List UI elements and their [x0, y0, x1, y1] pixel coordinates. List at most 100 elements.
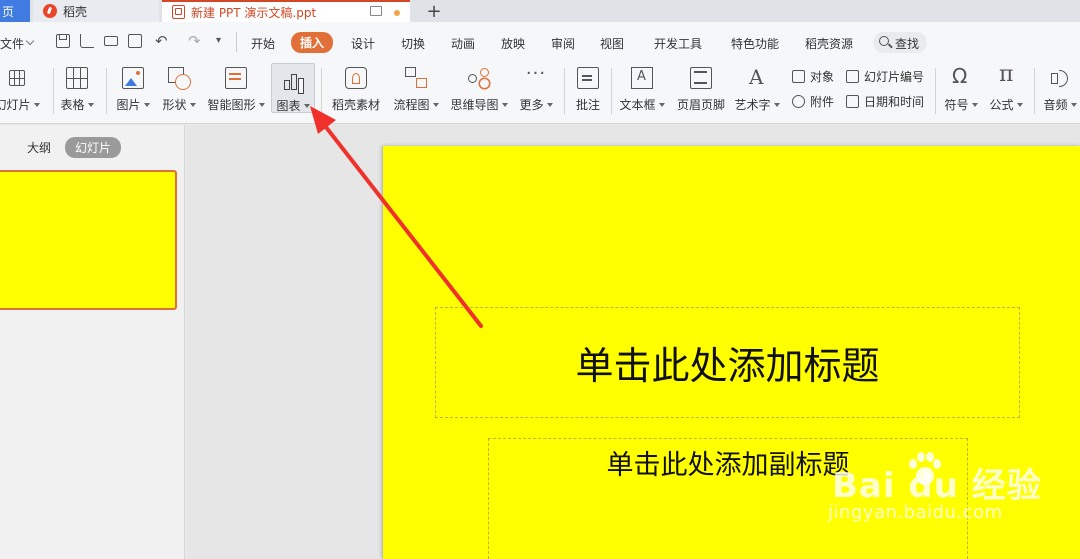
unsaved-dot-icon [394, 10, 400, 16]
chart-button[interactable]: 图表 [271, 63, 315, 113]
print-preview-icon[interactable] [128, 34, 142, 48]
flowchart-icon [405, 67, 427, 89]
slide-number-label: 幻灯片编号 [864, 69, 925, 84]
textbox-button[interactable]: 文本框 [616, 62, 668, 122]
header-footer-label: 页眉页脚 [676, 98, 725, 112]
daoke-material-button[interactable]: 稻壳素材 [328, 62, 384, 122]
slide-thumbnail[interactable] [0, 170, 177, 310]
date-time-label: 日期和时间 [864, 94, 925, 109]
tab-home-label: 页 [2, 4, 15, 19]
add-tab-label: + [426, 0, 442, 22]
word-art-icon [746, 65, 768, 89]
menu-features[interactable]: 特色功能 [731, 35, 779, 52]
paw-logo-icon [909, 452, 941, 485]
more-dots-icon: ··· [525, 63, 547, 84]
outline-tab[interactable]: 大纲 [27, 139, 51, 156]
mindmap-button[interactable]: 思维导图 [447, 62, 511, 122]
symbol-label: 符号 [940, 96, 982, 113]
mindmap-icon [468, 67, 490, 89]
more-label: 更多 [516, 96, 556, 113]
object-button[interactable]: 对象 [792, 67, 834, 85]
audio-label: 音频 [1040, 96, 1080, 113]
file-menu[interactable]: 文件 [0, 35, 24, 52]
menu-review[interactable]: 审阅 [551, 35, 575, 52]
picture-button[interactable]: 图片 [112, 62, 154, 122]
watermark-url: jingyan.baidu.com [828, 502, 1003, 523]
calendar-icon [846, 94, 859, 108]
slide-number-button[interactable]: 幻灯片编号 [846, 67, 924, 85]
attachment-label: 附件 [810, 94, 835, 109]
attachment-icon [792, 94, 805, 108]
date-time-button[interactable]: 日期和时间 [846, 92, 924, 110]
add-tab-button[interactable]: + [424, 0, 444, 22]
attachment-button[interactable]: 附件 [792, 92, 834, 110]
flowchart-label: 流程图 [390, 96, 442, 113]
menu-slideshow[interactable]: 放映 [501, 35, 525, 52]
header-footer-button[interactable]: 页眉页脚 [674, 62, 728, 122]
table-label: 表格 [56, 96, 98, 113]
comment-icon [577, 67, 599, 89]
menu-design[interactable]: 设计 [351, 35, 375, 52]
menu-transition[interactable]: 切换 [401, 35, 425, 52]
menu-developer[interactable]: 开发工具 [654, 35, 702, 52]
slides-panel: 大纲 幻灯片 [0, 125, 185, 559]
quick-access-more-icon[interactable]: ▾ [216, 34, 230, 48]
omega-icon [950, 64, 972, 89]
monitor-icon[interactable] [370, 6, 382, 16]
menu-start[interactable]: 开始 [251, 35, 275, 52]
undo-icon[interactable]: ↶ [155, 34, 169, 49]
speaker-icon [1049, 67, 1071, 89]
word-art-label: 艺术字 [733, 96, 781, 113]
smart-art-icon [225, 67, 247, 89]
word-art-button[interactable]: 艺术字 [733, 62, 781, 122]
audio-button[interactable]: 音频 [1040, 62, 1080, 122]
chart-label: 图表 [272, 97, 314, 114]
table-button[interactable]: 表格 [56, 62, 98, 122]
chart-icon [282, 69, 304, 91]
menu-daoke-resources[interactable]: 稻壳资源 [805, 35, 853, 52]
ribbon-toolbar: 幻灯片 表格 图片 形状 智能图形 图表 稻壳素材 流程图 思维导图 ··· 更… [0, 62, 1080, 124]
smart-art-label: 智能图形 [205, 96, 267, 113]
smart-art-button[interactable]: 智能图形 [205, 62, 267, 122]
menu-insert[interactable]: 插入 [291, 32, 334, 53]
slide-icon [9, 70, 25, 86]
menu-view[interactable]: 视图 [600, 35, 624, 52]
comment-button[interactable]: 批注 [570, 62, 606, 122]
divider [53, 68, 54, 114]
tab-home[interactable]: 页 [0, 0, 30, 22]
search-icon [879, 36, 889, 46]
shape-label: 形状 [158, 96, 200, 113]
new-slide-button[interactable]: 幻灯片 [0, 62, 44, 122]
tab-daoke[interactable]: 稻壳 [33, 0, 159, 22]
flowchart-button[interactable]: 流程图 [390, 62, 442, 122]
textbox-icon [631, 67, 653, 89]
divider [321, 68, 322, 114]
picture-label: 图片 [112, 96, 154, 113]
daoke-material-label: 稻壳素材 [331, 98, 380, 112]
tab-document-label: 新建 PPT 演示文稿.ppt [191, 5, 317, 20]
export-icon[interactable] [80, 34, 94, 48]
divider [1034, 68, 1035, 114]
save-icon[interactable] [56, 34, 70, 48]
mindmap-label: 思维导图 [447, 96, 511, 113]
slides-tab[interactable]: 幻灯片 [65, 137, 122, 158]
divider [564, 68, 565, 114]
shape-icon [168, 67, 191, 90]
daoke-logo-icon [43, 4, 57, 18]
formula-button[interactable]: 公式 [985, 62, 1027, 122]
print-icon[interactable] [104, 36, 118, 46]
tab-document[interactable]: 新建 PPT 演示文稿.ppt [162, 0, 410, 22]
more-button[interactable]: ··· 更多 [516, 62, 556, 122]
divider [611, 68, 612, 114]
formula-label: 公式 [985, 96, 1027, 113]
baidu-watermark: Bai du 经验 jingyan.baidu.com [828, 452, 1042, 523]
shape-button[interactable]: 形状 [158, 62, 200, 122]
redo-icon[interactable]: ↷ [188, 34, 202, 49]
menu-animation[interactable]: 动画 [451, 35, 475, 52]
header-footer-icon [690, 67, 712, 89]
tab-bar: 页 稻壳 新建 PPT 演示文稿.ppt + [0, 0, 1080, 22]
table-icon [66, 67, 88, 89]
title-placeholder[interactable]: 单击此处添加标题 [435, 307, 1020, 418]
symbol-button[interactable]: 符号 [940, 62, 982, 122]
search-box[interactable]: 查找 [873, 32, 927, 53]
